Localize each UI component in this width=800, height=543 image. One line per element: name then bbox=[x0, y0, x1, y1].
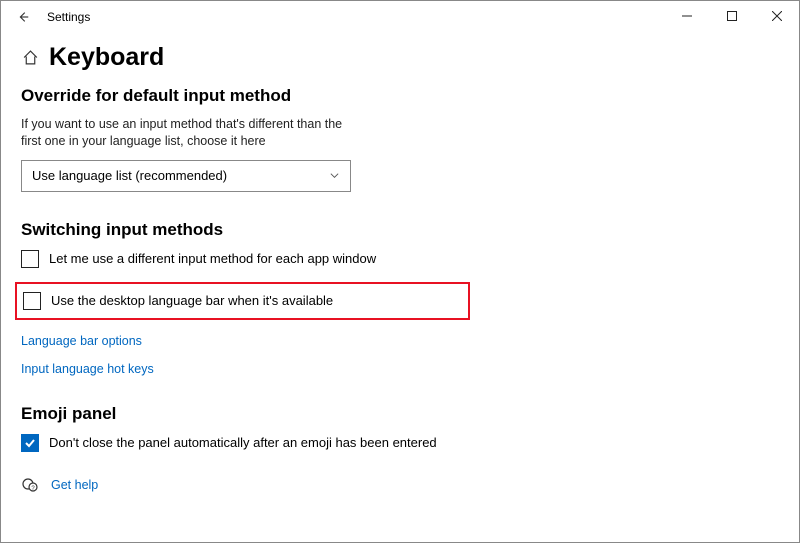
back-button[interactable] bbox=[13, 10, 33, 24]
highlighted-option: Use the desktop language bar when it's a… bbox=[15, 282, 470, 320]
get-help-link[interactable]: Get help bbox=[51, 478, 98, 492]
desktop-language-bar-label: Use the desktop language bar when it's a… bbox=[51, 293, 333, 308]
chevron-down-icon bbox=[328, 170, 340, 182]
switching-section-title: Switching input methods bbox=[21, 220, 779, 240]
per-app-input-checkbox[interactable] bbox=[21, 250, 39, 268]
help-icon: ? bbox=[21, 476, 39, 494]
close-button[interactable] bbox=[754, 1, 799, 31]
emoji-panel-label: Don't close the panel automatically afte… bbox=[49, 435, 437, 450]
input-language-hotkeys-link[interactable]: Input language hot keys bbox=[21, 362, 779, 376]
maximize-button[interactable] bbox=[709, 1, 754, 31]
emoji-panel-checkbox[interactable] bbox=[21, 434, 39, 452]
language-bar-options-link[interactable]: Language bar options bbox=[21, 334, 779, 348]
window-title: Settings bbox=[47, 10, 90, 24]
minimize-button[interactable] bbox=[664, 1, 709, 31]
emoji-section-title: Emoji panel bbox=[21, 404, 779, 424]
override-description: If you want to use an input method that'… bbox=[21, 116, 361, 150]
desktop-language-bar-checkbox[interactable] bbox=[23, 292, 41, 310]
home-icon[interactable] bbox=[21, 49, 39, 67]
dropdown-selected-value: Use language list (recommended) bbox=[32, 168, 227, 183]
override-section-title: Override for default input method bbox=[21, 86, 779, 106]
per-app-input-label: Let me use a different input method for … bbox=[49, 251, 376, 266]
input-method-dropdown[interactable]: Use language list (recommended) bbox=[21, 160, 351, 192]
page-title: Keyboard bbox=[49, 43, 164, 72]
